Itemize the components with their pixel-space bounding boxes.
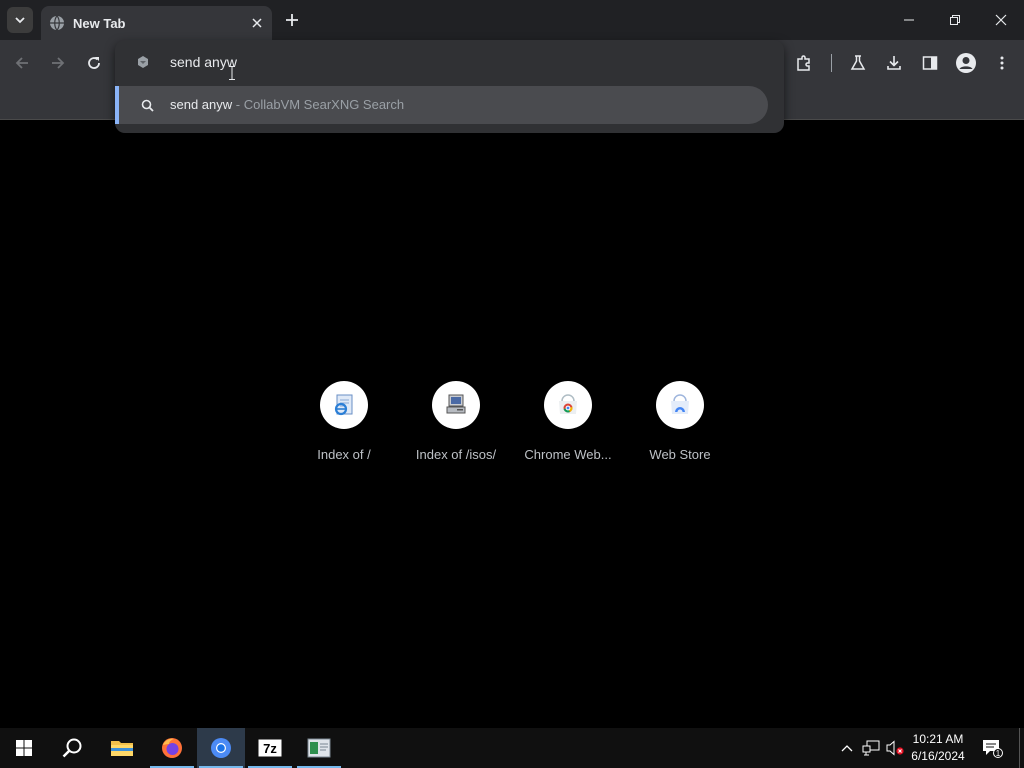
address-bar-input[interactable]: send anyw [170, 54, 237, 70]
back-button[interactable] [9, 50, 35, 76]
forward-button[interactable] [45, 50, 71, 76]
side-panel-button[interactable] [917, 50, 943, 76]
ie-page-icon [320, 381, 368, 429]
firefox-icon [162, 738, 182, 758]
computer-icon [432, 381, 480, 429]
avatar-icon [956, 53, 976, 73]
chevron-down-icon [15, 17, 25, 24]
plus-icon [286, 14, 298, 26]
suggestion-separator: - [232, 97, 244, 112]
shortcut-label: Index of /isos/ [415, 447, 497, 462]
network-icon [862, 740, 880, 756]
other-app-button[interactable] [295, 728, 343, 768]
action-center-button[interactable]: 1 [980, 736, 1004, 760]
clock-time: 10:21 AM [912, 732, 964, 746]
shortcut-index-of-root[interactable]: Index of / [296, 381, 392, 462]
taskbar-search-button[interactable] [48, 728, 96, 768]
minimize-icon [904, 19, 914, 21]
folder-icon [111, 741, 133, 756]
chevron-up-icon [841, 745, 853, 752]
puzzle-icon [797, 55, 810, 71]
start-button[interactable] [0, 728, 48, 768]
close-window-button[interactable] [978, 0, 1024, 40]
text-cursor-icon [229, 66, 235, 80]
flask-icon [850, 55, 866, 70]
shortcut-chrome-web[interactable]: Chrome Web... [520, 381, 616, 462]
suggestion-engine: CollabVM SearXNG Search [243, 97, 405, 112]
7zip-button[interactable]: 7z [246, 728, 294, 768]
clock-date: 6/16/2024 [911, 749, 965, 763]
shortcut-label: Chrome Web... [524, 447, 612, 462]
shortcut-web-store[interactable]: Web Store [632, 381, 728, 462]
globe-icon [49, 15, 65, 31]
search-engine-icon [135, 54, 151, 70]
file-explorer-button[interactable] [98, 728, 146, 768]
tab-search-button[interactable] [7, 7, 33, 33]
omnibox-suggestion[interactable]: send anyw - CollabVM SearXNG Search [115, 86, 768, 124]
omnibox-popup: send anyw send anyw - CollabVM SearXNG S… [115, 40, 784, 133]
labs-button[interactable] [845, 50, 871, 76]
kebab-menu-icon [1000, 56, 1004, 70]
search-icon [62, 738, 82, 758]
minimize-button[interactable] [886, 0, 932, 40]
tab-new-tab[interactable]: New Tab [41, 6, 272, 40]
notification-count: 1 [996, 749, 1001, 758]
reload-icon [88, 57, 100, 69]
toolbar-separator [831, 54, 832, 72]
restore-button[interactable] [932, 0, 978, 40]
download-icon [887, 56, 901, 70]
close-icon [995, 14, 1007, 26]
extensions-button[interactable] [791, 50, 817, 76]
profile-button[interactable] [953, 50, 979, 76]
network-tray-button[interactable] [860, 736, 882, 760]
taskbar-clock[interactable]: 10:21 AM 6/16/2024 [906, 731, 970, 765]
show-hidden-icons-button[interactable] [838, 736, 856, 760]
chrome-button[interactable] [197, 728, 245, 768]
restore-icon [950, 15, 960, 25]
shortcut-label: Web Store [649, 447, 711, 462]
app-window-icon [307, 738, 331, 758]
shortcut-label: Index of / [317, 447, 371, 462]
suggestion-query: send anyw [170, 97, 233, 112]
arrow-right-icon [52, 57, 65, 69]
svg-text:7z: 7z [263, 741, 277, 756]
web-store-icon [656, 381, 704, 429]
downloads-button[interactable] [881, 50, 907, 76]
menu-button[interactable] [989, 50, 1015, 76]
7zip-icon: 7z [258, 739, 282, 757]
firefox-button[interactable] [148, 728, 196, 768]
shortcut-index-of-isos[interactable]: Index of /isos/ [408, 381, 504, 462]
notification-icon: 1 [983, 740, 1003, 758]
search-icon [139, 97, 155, 113]
close-tab-icon[interactable] [246, 12, 268, 34]
new-tab-button[interactable] [280, 8, 304, 32]
volume-muted-icon [886, 740, 904, 756]
arrow-left-icon [15, 57, 28, 69]
windows-logo-icon [16, 740, 32, 756]
reload-button[interactable] [81, 50, 107, 76]
volume-tray-button[interactable] [884, 736, 906, 760]
show-desktop-button[interactable] [1019, 728, 1020, 768]
side-panel-icon [922, 56, 938, 70]
chrome-web-store-icon [544, 381, 592, 429]
chrome-icon [211, 738, 231, 758]
tab-title: New Tab [73, 15, 126, 31]
